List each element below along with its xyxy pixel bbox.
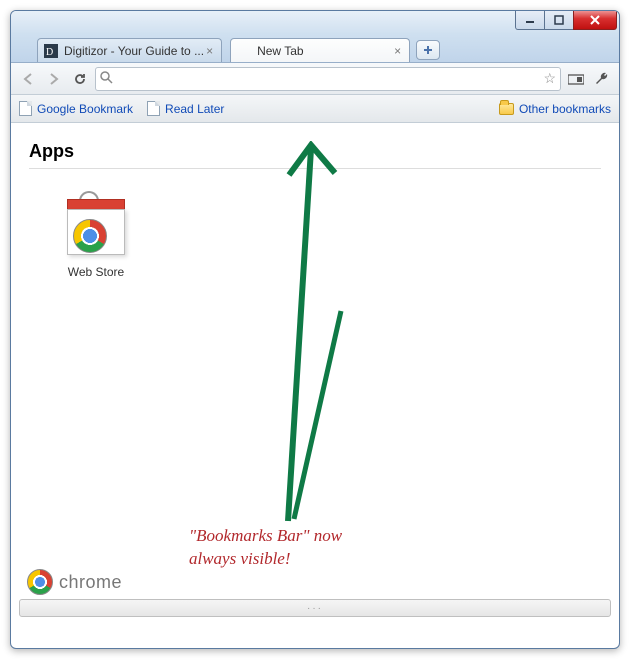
page-icon [19, 101, 32, 116]
bookmark-star-icon[interactable]: ☆ [543, 70, 556, 87]
app-label: Web Store [41, 265, 151, 279]
new-tab-page: Apps Web Store "Bookmarks Bar" now alway… [11, 141, 619, 621]
apps-heading: Apps [29, 141, 601, 169]
favicon-digitizor: D [44, 44, 58, 58]
bookmark-read-later[interactable]: Read Later [147, 101, 224, 116]
folder-icon [499, 103, 514, 115]
horizontal-scrollbar[interactable]: ··· [19, 599, 611, 617]
web-store-icon [61, 197, 131, 257]
address-bar[interactable]: ☆ [95, 67, 561, 91]
wrench-icon[interactable] [591, 68, 613, 90]
window-controls [516, 10, 617, 30]
bookmark-google-bookmark[interactable]: Google Bookmark [19, 101, 133, 116]
page-actions-icon[interactable] [565, 68, 587, 90]
minimize-button[interactable] [515, 10, 545, 30]
search-icon [100, 71, 113, 87]
bookmark-label: Google Bookmark [37, 102, 133, 116]
bookmark-label: Read Later [165, 102, 224, 116]
apps-grid: Web Store [11, 173, 619, 303]
other-bookmarks-label: Other bookmarks [519, 102, 611, 116]
nav-toolbar: ☆ [11, 63, 619, 95]
app-web-store[interactable]: Web Store [41, 197, 151, 279]
close-button[interactable] [573, 10, 617, 30]
svg-text:D: D [46, 47, 53, 58]
annotation-line2: always visible! [189, 549, 291, 568]
back-button[interactable] [17, 68, 39, 90]
chrome-logo-icon [27, 569, 53, 595]
annotation-line1: "Bookmarks Bar" now [189, 526, 342, 545]
address-input[interactable] [117, 70, 543, 87]
new-tab-button[interactable] [416, 40, 440, 60]
other-bookmarks[interactable]: Other bookmarks [499, 102, 611, 116]
favicon-blank [237, 44, 251, 58]
reload-button[interactable] [69, 68, 91, 90]
chrome-brand-text: chrome [59, 572, 122, 593]
forward-button[interactable] [43, 68, 65, 90]
scrollbar-grip-icon: ··· [307, 603, 323, 614]
tab-new-tab[interactable]: New Tab × [230, 38, 410, 62]
tab-strip: D Digitizor - Your Guide to ... × New Ta… [37, 38, 440, 62]
maximize-button[interactable] [544, 10, 574, 30]
tab-title: Digitizor - Your Guide to ... [64, 44, 204, 58]
annotation-text: "Bookmarks Bar" now always visible! [189, 525, 419, 571]
browser-window: D Digitizor - Your Guide to ... × New Ta… [10, 10, 620, 649]
ntp-footer: chrome [11, 569, 138, 595]
tab-close-icon[interactable]: × [204, 44, 215, 58]
page-icon [147, 101, 160, 116]
bookmarks-bar: Google Bookmark Read Later Other bookmar… [11, 95, 619, 123]
window-titlebar: D Digitizor - Your Guide to ... × New Ta… [11, 11, 619, 63]
tab-digitizor[interactable]: D Digitizor - Your Guide to ... × [37, 38, 222, 62]
tab-close-icon[interactable]: × [392, 44, 403, 58]
tab-title: New Tab [257, 44, 303, 58]
